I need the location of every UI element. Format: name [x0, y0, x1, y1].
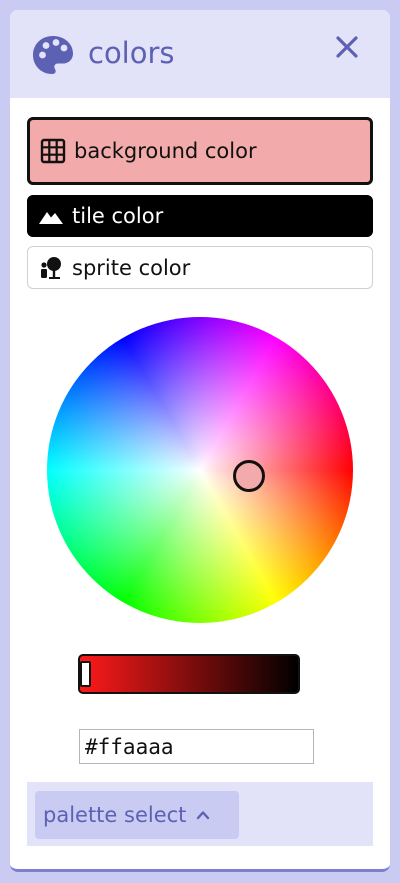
mountain-icon	[39, 212, 63, 224]
background-color-label: background color	[74, 139, 257, 163]
tile-color-button[interactable]: tile color	[27, 195, 373, 237]
person-tree-icon	[41, 256, 61, 279]
colors-panel: colors background color tile color sprit…	[10, 10, 390, 872]
sprite-color-label: sprite color	[72, 255, 191, 280]
brightness-slider-thumb[interactable]	[80, 661, 91, 687]
sprite-color-button[interactable]: sprite color	[27, 246, 373, 289]
hex-color-input[interactable]	[79, 729, 314, 764]
brightness-slider[interactable]	[78, 654, 300, 694]
panel-header: colors	[10, 10, 390, 98]
palette-icon	[33, 36, 73, 74]
chevron-up-icon	[197, 811, 210, 820]
color-wheel[interactable]	[47, 317, 353, 623]
tile-color-label: tile color	[72, 204, 164, 228]
palette-select-label: palette select	[43, 803, 187, 827]
panel-footer: palette select	[27, 782, 373, 846]
color-wheel-cursor[interactable]	[233, 460, 265, 492]
close-icon[interactable]	[332, 32, 362, 62]
palette-select-button[interactable]: palette select	[35, 791, 239, 839]
panel-title: colors	[88, 36, 175, 70]
grid-icon	[40, 138, 66, 164]
background-color-button[interactable]: background color	[27, 117, 373, 185]
